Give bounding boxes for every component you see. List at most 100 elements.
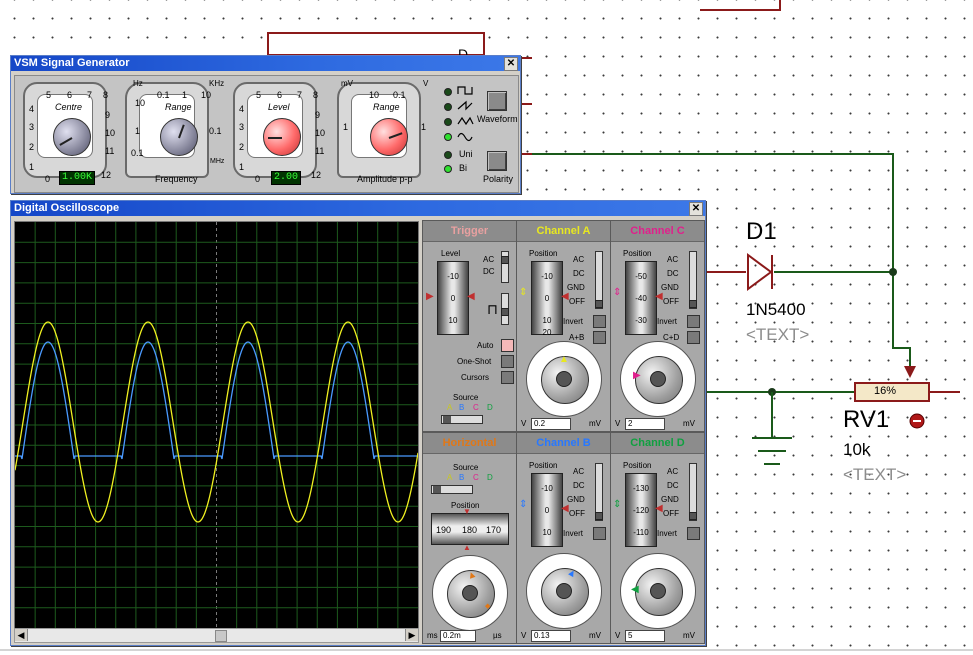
channel-c-arrow-icon: ⇕	[613, 287, 622, 298]
window-title: VSM Signal Generator	[14, 57, 130, 69]
timebase-value[interactable]: 0.2m	[440, 630, 476, 642]
scroll-thumb[interactable]	[215, 630, 227, 642]
channel-c-value[interactable]: 2	[625, 418, 665, 430]
pot-text-label[interactable]: <TEXT>	[843, 465, 906, 485]
diode-ref[interactable]: D1	[746, 218, 777, 246]
channel-b-marker-icon: ◀	[561, 503, 569, 514]
led-square	[444, 88, 452, 96]
pot-ref[interactable]: RV1	[843, 406, 889, 434]
close-icon[interactable]: ✕	[504, 57, 518, 71]
pot-percent: 16%	[874, 385, 897, 397]
led-triangle	[444, 118, 452, 126]
trigger-panel: Trigger Level -10 0 10 ▶ ◀ AC DC ⊓ Auto …	[422, 220, 517, 432]
window-title: Digital Oscilloscope	[14, 202, 120, 214]
channel-a-marker-icon: ◀	[561, 291, 569, 302]
channel-a-invert-button[interactable]	[593, 315, 606, 328]
cursors-button[interactable]	[501, 371, 514, 384]
oscilloscope-screen[interactable]	[14, 221, 419, 629]
position-marker-icon: ▲	[463, 543, 471, 552]
channel-d-invert-button[interactable]	[687, 527, 700, 540]
channel-a-coupling-slider[interactable]	[595, 251, 603, 309]
channel-b-panel: Channel B Position -10 0 10 ⇕ ◀ AC DC GN…	[516, 432, 611, 644]
led-uni	[444, 151, 452, 159]
timebase-dial[interactable]: ▲ ◆	[432, 555, 508, 631]
centre-label: Centre	[55, 102, 83, 112]
led-sine	[444, 133, 452, 141]
polarity-button[interactable]	[487, 151, 507, 171]
channel-d-value[interactable]: 5	[625, 630, 665, 642]
channel-c-position-scale[interactable]: -50 -40 -30	[625, 261, 657, 335]
channel-c-panel: Channel C Position -50 -40 -30 ⇕ ◀ AC DC…	[610, 220, 705, 432]
channel-d-panel: Channel D Position -130 -120 -110 ⇕ ◀ AC…	[610, 432, 705, 644]
channel-b-invert-button[interactable]	[593, 527, 606, 540]
level-display: 2.00	[271, 171, 301, 185]
diode-symbol	[747, 253, 773, 291]
amplitude-range-knob[interactable]	[370, 118, 408, 156]
ic-body	[267, 32, 485, 56]
channel-b-position-scale[interactable]: -10 0 10	[531, 473, 563, 547]
channel-b-title: Channel B	[517, 433, 610, 454]
auto-button[interactable]	[501, 339, 514, 352]
sawtooth-wave-icon	[457, 100, 473, 111]
channel-a-pointer-icon: ▲	[559, 354, 569, 365]
oscilloscope-titlebar[interactable]: Digital Oscilloscope ✕	[11, 201, 705, 216]
sine-wave-icon	[457, 132, 473, 142]
diode-text-label[interactable]: <TEXT>	[746, 325, 809, 345]
horizontal-position-scale[interactable]: 190 180 170	[431, 513, 509, 545]
waveform-button[interactable]	[487, 91, 507, 111]
channel-d-position-scale[interactable]: -130 -120 -110	[625, 473, 657, 547]
trigger-title: Trigger	[423, 221, 516, 242]
channel-b-arrow-icon: ⇕	[519, 499, 528, 510]
horizontal-source-slider[interactable]	[431, 485, 473, 494]
channel-d-coupling-slider[interactable]	[689, 463, 697, 521]
channel-c-volts-dial[interactable]: ▶	[620, 341, 696, 417]
oneshot-button[interactable]	[501, 355, 514, 368]
led-bi	[444, 165, 452, 173]
channel-d-volts-dial[interactable]: ◀	[620, 553, 696, 629]
channel-c-pointer-icon: ▶	[633, 370, 641, 381]
trigger-marker-icon: ▶	[426, 291, 434, 302]
wire-top	[700, 0, 781, 11]
horizontal-title: Horizontal	[423, 433, 516, 454]
channel-c-coupling-slider[interactable]	[689, 251, 697, 309]
centre-knob[interactable]	[53, 118, 91, 156]
channel-c-invert-button[interactable]	[687, 315, 700, 328]
amplitude-caption: Amplitude p-p	[357, 174, 413, 184]
channel-b-value[interactable]: 0.13	[531, 630, 571, 642]
oscilloscope-window: Digital Oscilloscope ✕ ◀ ▶ Trigger Level…	[10, 200, 706, 646]
channel-a-sum-button[interactable]	[593, 331, 606, 344]
signal-generator-titlebar[interactable]: VSM Signal Generator ✕	[11, 56, 520, 71]
channel-d-title: Channel D	[611, 433, 704, 454]
channel-d-marker-icon: ◀	[655, 503, 663, 514]
channel-a-position-scale[interactable]: -10 0 10 20	[531, 261, 563, 337]
channel-d-arrow-icon: ⇕	[613, 499, 622, 510]
channel-b-volts-dial[interactable]: ▲	[526, 553, 602, 629]
pot-value[interactable]: 10k	[843, 440, 870, 460]
channel-b-coupling-slider[interactable]	[595, 463, 603, 521]
waveform-icons	[457, 86, 474, 142]
close-icon[interactable]: ✕	[689, 202, 703, 216]
channel-d-pointer-icon: ◀	[631, 584, 639, 595]
channel-a-volts-dial[interactable]: ▲	[526, 341, 602, 417]
centre-display: 1.00K	[59, 171, 95, 185]
channel-c-sum-button[interactable]	[687, 331, 700, 344]
trigger-level-scale[interactable]: -10 0 10	[437, 261, 469, 335]
channel-a-title: Channel A	[517, 221, 610, 242]
signal-generator-panel: Centre 5 6 7 8 4 9 3 10 2 11 1 0 12 1.00…	[14, 75, 519, 193]
trigger-source-slider[interactable]	[441, 415, 483, 424]
scroll-left-icon[interactable]: ◀	[15, 629, 28, 641]
trigger-edge-slider[interactable]	[501, 293, 509, 325]
level-knob[interactable]	[263, 118, 301, 156]
horizontal-panel: Horizontal Source A B C D Position 190 1…	[422, 432, 517, 644]
scroll-right-icon[interactable]: ▶	[405, 629, 418, 641]
trigger-coupling-slider[interactable]	[501, 251, 509, 283]
channel-a-panel: Channel A Position -10 0 10 20 ⇕ ◀ AC DC…	[516, 220, 611, 432]
channel-a-arrow-icon: ⇕	[519, 287, 528, 298]
diode-value[interactable]: 1N5400	[746, 300, 806, 320]
square-wave-icon	[457, 86, 473, 95]
channel-c-marker-icon: ◀	[655, 291, 663, 302]
frequency-caption: Frequency	[155, 174, 198, 184]
horizontal-scrollbar[interactable]: ◀ ▶	[14, 628, 419, 643]
frequency-range-knob[interactable]	[160, 118, 198, 156]
channel-a-value[interactable]: 0.2	[531, 418, 571, 430]
